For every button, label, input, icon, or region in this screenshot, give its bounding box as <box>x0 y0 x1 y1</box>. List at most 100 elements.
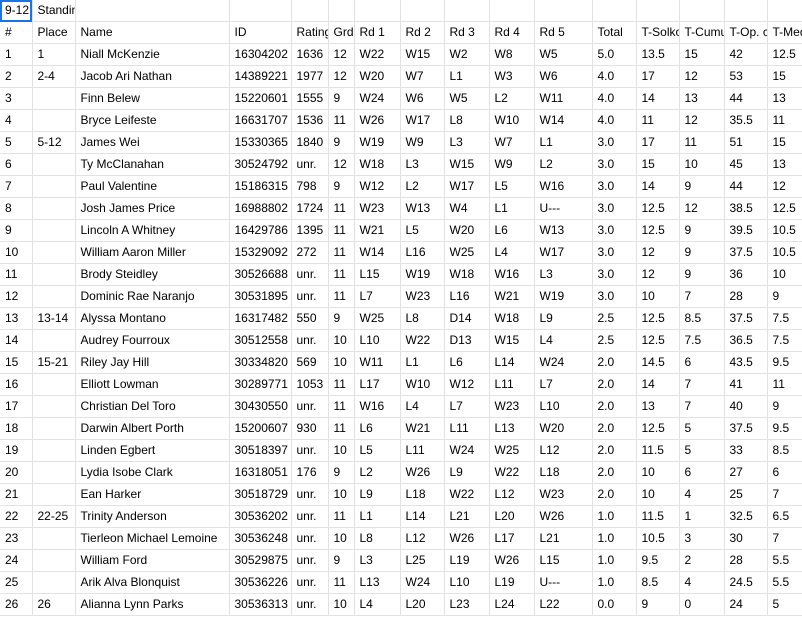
header-cell-total[interactable]: Total <box>592 21 637 44</box>
cell-t-median[interactable]: 8.5 <box>767 439 802 462</box>
cell-rating[interactable]: 1724 <box>291 197 329 220</box>
cell-t-op-cum[interactable]: 37.5 <box>724 307 768 330</box>
cell-rd5[interactable]: W14 <box>534 109 593 132</box>
cell-grade[interactable]: 11 <box>328 197 355 220</box>
cell-num[interactable]: 18 <box>0 417 33 440</box>
cell-place[interactable] <box>32 461 76 484</box>
cell-num[interactable]: 16 <box>0 373 33 396</box>
cell-place[interactable] <box>32 373 76 396</box>
cell-t-median[interactable]: 10.5 <box>767 219 802 242</box>
cell-rd3[interactable]: W18 <box>444 263 490 286</box>
cell-rd3[interactable]: W25 <box>444 241 490 264</box>
cell-t-median[interactable]: 9 <box>767 285 802 308</box>
cell-rd5[interactable]: L21 <box>534 527 593 550</box>
cell-rd2[interactable]: W9 <box>400 131 445 154</box>
cell-t-op-cum[interactable]: 32.5 <box>724 505 768 528</box>
cell-rd5[interactable]: L9 <box>534 307 593 330</box>
cell-t-median[interactable]: 7.5 <box>767 329 802 352</box>
cell-rd5[interactable]: L18 <box>534 461 593 484</box>
cell[interactable] <box>592 0 637 22</box>
cell-place[interactable] <box>32 197 76 220</box>
cell-name[interactable]: Dominic Rae Naranjo <box>75 285 230 308</box>
cell-rd1[interactable]: W14 <box>354 241 401 264</box>
cell-rd2[interactable]: W23 <box>400 285 445 308</box>
cell-t-op-cum[interactable]: 42 <box>724 43 768 66</box>
cell-t-op-cum[interactable]: 43.5 <box>724 351 768 374</box>
cell-rd4[interactable]: L2 <box>489 87 535 110</box>
cell-place[interactable] <box>32 263 76 286</box>
cell[interactable] <box>679 0 725 22</box>
cell-name[interactable]: James Wei <box>75 131 230 154</box>
cell-rating[interactable]: unr. <box>291 483 329 506</box>
cell-t-median[interactable]: 13 <box>767 153 802 176</box>
cell-rd3[interactable]: W5 <box>444 87 490 110</box>
cell-rating[interactable]: 1536 <box>291 109 329 132</box>
cell-rd1[interactable]: L6 <box>354 417 401 440</box>
cell-rd4[interactable]: W26 <box>489 549 535 572</box>
cell-rd2[interactable]: W17 <box>400 109 445 132</box>
cell-name[interactable]: Ean Harker <box>75 483 230 506</box>
cell-t-cumulative[interactable]: 4 <box>679 483 725 506</box>
cell-t-median[interactable]: 7.5 <box>767 307 802 330</box>
cell-rd2[interactable]: W13 <box>400 197 445 220</box>
cell-place[interactable]: 5-12 <box>32 131 76 154</box>
cell-grade[interactable]: 11 <box>328 571 355 594</box>
cell-num[interactable]: 13 <box>0 307 33 330</box>
cell-t-median[interactable]: 6 <box>767 461 802 484</box>
cell-name[interactable]: Darwin Albert Porth <box>75 417 230 440</box>
cell-t-solkoff[interactable]: 8.5 <box>636 571 680 594</box>
cell-t-op-cum[interactable]: 38.5 <box>724 197 768 220</box>
cell-place[interactable] <box>32 395 76 418</box>
cell-rating[interactable]: unr. <box>291 549 329 572</box>
cell-rating[interactable]: 176 <box>291 461 329 484</box>
cell-t-cumulative[interactable]: 6 <box>679 461 725 484</box>
cell-place[interactable] <box>32 285 76 308</box>
cell[interactable] <box>75 0 230 22</box>
header-cell-num[interactable]: # <box>0 21 33 44</box>
cell-grade[interactable]: 11 <box>328 109 355 132</box>
cell-total[interactable]: 2.0 <box>592 351 637 374</box>
cell-place[interactable] <box>32 175 76 198</box>
cell-id[interactable]: 30526688 <box>229 263 292 286</box>
cell-rd4[interactable]: L17 <box>489 527 535 550</box>
cell-rd5[interactable]: L4 <box>534 329 593 352</box>
cell-rd5[interactable]: W5 <box>534 43 593 66</box>
cell-t-median[interactable]: 9 <box>767 395 802 418</box>
cell-rating[interactable]: unr. <box>291 153 329 176</box>
cell-rd4[interactable]: L13 <box>489 417 535 440</box>
cell-rating[interactable]: unr. <box>291 285 329 308</box>
cell-rd2[interactable]: L3 <box>400 153 445 176</box>
cell-id[interactable]: 16631707 <box>229 109 292 132</box>
cell-t-median[interactable]: 12.5 <box>767 197 802 220</box>
cell-rd4[interactable]: W16 <box>489 263 535 286</box>
cell-t-cumulative[interactable]: 15 <box>679 43 725 66</box>
cell-rd1[interactable]: W19 <box>354 131 401 154</box>
cell-rd5[interactable]: L1 <box>534 131 593 154</box>
cell-id[interactable]: 30536248 <box>229 527 292 550</box>
cell-rd4[interactable]: L6 <box>489 219 535 242</box>
cell-rd4[interactable]: W23 <box>489 395 535 418</box>
cell-t-solkoff[interactable]: 10 <box>636 483 680 506</box>
cell-t-op-cum[interactable]: 45 <box>724 153 768 176</box>
cell-t-solkoff[interactable]: 11.5 <box>636 505 680 528</box>
cell-num[interactable]: 6 <box>0 153 33 176</box>
cell-t-cumulative[interactable]: 7 <box>679 285 725 308</box>
cell-t-op-cum[interactable]: 24 <box>724 593 768 616</box>
cell-t-op-cum[interactable]: 40 <box>724 395 768 418</box>
cell-rd1[interactable]: L7 <box>354 285 401 308</box>
cell-total[interactable]: 3.0 <box>592 219 637 242</box>
cell-t-op-cum[interactable]: 28 <box>724 285 768 308</box>
cell-id[interactable]: 16317482 <box>229 307 292 330</box>
cell-t-median[interactable]: 15 <box>767 131 802 154</box>
cell-title-b1[interactable]: Standings <box>32 0 76 22</box>
cell-name[interactable]: Finn Belew <box>75 87 230 110</box>
cell-rd4[interactable]: W15 <box>489 329 535 352</box>
cell-grade[interactable]: 11 <box>328 505 355 528</box>
cell-num[interactable]: 4 <box>0 109 33 132</box>
cell-name[interactable]: Josh James Price <box>75 197 230 220</box>
cell-name[interactable]: Jacob Ari Nathan <box>75 65 230 88</box>
header-cell-rd3[interactable]: Rd 3 <box>444 21 490 44</box>
cell-rd5[interactable]: L3 <box>534 263 593 286</box>
cell-grade[interactable]: 9 <box>328 131 355 154</box>
cell-rd1[interactable]: W22 <box>354 43 401 66</box>
